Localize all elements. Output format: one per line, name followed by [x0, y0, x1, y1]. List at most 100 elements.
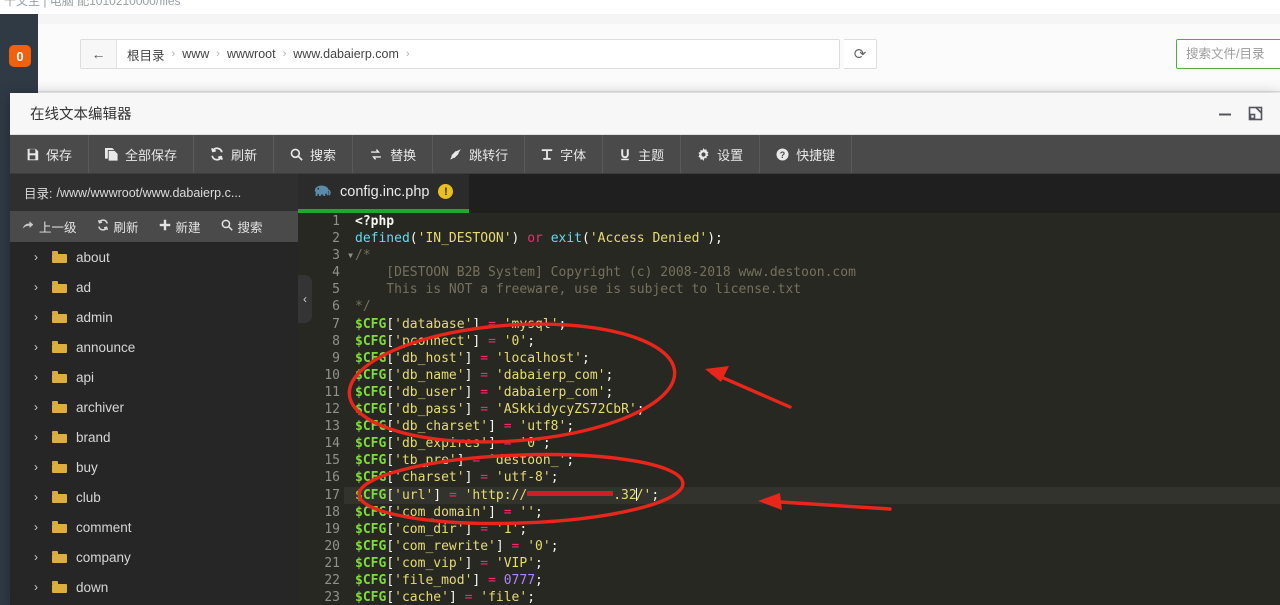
breadcrumb-item-root[interactable]: 根目录	[127, 45, 165, 64]
tree-item[interactable]: ›archiver	[10, 392, 298, 422]
toolbar-settings-button[interactable]: 设置	[681, 135, 760, 173]
line-number: 13	[298, 418, 344, 435]
toolbar-font-button[interactable]: 字体	[525, 135, 603, 173]
line-number: 21	[298, 555, 344, 572]
svg-text:?: ?	[780, 149, 785, 159]
code-line[interactable]: 4 [DESTOON B2B System] Copyright (c) 200…	[298, 264, 1280, 281]
tree-item[interactable]: ›down	[10, 572, 298, 602]
tree-item[interactable]: ›about	[10, 242, 298, 272]
code-line[interactable]: 20$CFG['com_rewrite'] = '0';	[298, 538, 1280, 555]
line-number: 1	[298, 213, 344, 230]
code-line[interactable]: 2defined('IN_DESTOON') or exit('Access D…	[298, 230, 1280, 247]
go-up-button[interactable]: 上一级	[22, 217, 77, 236]
breadcrumb-item-wwwroot[interactable]: wwwroot	[227, 47, 276, 61]
sidebar-collapse-handle[interactable]: ‹	[298, 275, 312, 323]
file-tree-sidebar: 目录: /www/wwwroot/www.dabaierp.c... 上一级	[10, 174, 298, 605]
breadcrumb-item-site[interactable]: www.dabaierp.com	[293, 47, 399, 61]
chevron-right-icon[interactable]: ›	[34, 460, 43, 474]
toolbar-label: 快捷键	[796, 145, 835, 164]
tree-item[interactable]: › buy	[10, 452, 298, 482]
sidebar-search-button[interactable]: 搜索	[221, 217, 263, 236]
toolbar-replace-button[interactable]: 替换	[353, 135, 433, 173]
chevron-right-icon[interactable]: ›	[34, 250, 43, 264]
search-icon	[221, 219, 233, 234]
code-line-text: $CFG['url'] = 'http://.32/';	[344, 487, 659, 504]
code-line[interactable]: 15$CFG['tb_pre'] = 'destoon_';	[298, 452, 1280, 469]
dialog-title: 在线文本编辑器	[30, 103, 132, 124]
refresh-button[interactable]: ⟳	[844, 39, 877, 69]
code-line[interactable]: 19$CFG['com_dir'] = '1';	[298, 521, 1280, 538]
chevron-right-icon[interactable]: ›	[34, 520, 43, 534]
maximize-restore-icon[interactable]	[1248, 106, 1264, 122]
tree-item-label: admin	[76, 310, 113, 325]
code-line[interactable]: 13$CFG['db_charset'] = 'utf8';	[298, 418, 1280, 435]
code-line[interactable]: 12$CFG['db_pass'] = 'ASkkidycyZS72CbR';	[298, 401, 1280, 418]
code-line-text: $CFG['db_name'] = 'dabaierp_com';	[344, 367, 613, 384]
tree-item[interactable]: ›api	[10, 362, 298, 392]
code-line[interactable]: 8$CFG['pconnect'] = '0';	[298, 333, 1280, 350]
tree-item[interactable]: › admin	[10, 302, 298, 332]
toolbar-label: 设置	[717, 145, 743, 164]
toolbar-shortcuts-button[interactable]: ? 快捷键	[760, 135, 852, 173]
code-line[interactable]: 5 This is NOT a freeware, use is subject…	[298, 281, 1280, 298]
chevron-right-icon[interactable]: ›	[34, 370, 43, 384]
chevron-right-icon[interactable]: ›	[34, 280, 43, 294]
toolbar-label: 替换	[390, 145, 416, 164]
rail-badge-count[interactable]: 0	[9, 45, 31, 67]
tab-config-inc-php[interactable]: config.inc.php !	[298, 174, 469, 213]
code-line[interactable]: 17$CFG['url'] = 'http://.32/';	[298, 487, 1280, 504]
code-area[interactable]: 1<?php2defined('IN_DESTOON') or exit('Ac…	[298, 213, 1280, 605]
search-box[interactable]	[1176, 39, 1280, 69]
code-line[interactable]: 23$CFG['cache'] = 'file';	[298, 589, 1280, 605]
code-line-text: <?php	[344, 213, 394, 230]
tree-item[interactable]: ›brand	[10, 422, 298, 452]
folder-icon	[52, 371, 67, 383]
chevron-right-icon[interactable]: ›	[34, 400, 43, 414]
toolbar-goto-line-button[interactable]: 跳转行	[433, 135, 525, 173]
fold-toggle-icon[interactable]: ▼	[348, 247, 353, 264]
code-line[interactable]: 7$CFG['database'] = 'mysql';	[298, 316, 1280, 333]
chevron-right-icon[interactable]: ›	[34, 550, 43, 564]
replace-icon	[369, 148, 383, 161]
tree-item[interactable]: ›comment	[10, 512, 298, 542]
back-button[interactable]: ←	[81, 40, 117, 68]
minimize-icon[interactable]	[1218, 107, 1232, 121]
gear-icon	[697, 148, 710, 161]
chevron-right-icon[interactable]: ›	[34, 490, 43, 504]
text-editor-dialog: 在线文本编辑器 保存 全部保存	[10, 93, 1280, 605]
code-line[interactable]: 16$CFG['charset'] = 'utf-8';	[298, 469, 1280, 486]
breadcrumb-item-www[interactable]: www	[182, 47, 209, 61]
toolbar-save-button[interactable]: 保存	[10, 135, 89, 173]
tree-item[interactable]: ›company	[10, 542, 298, 572]
code-line[interactable]: 1<?php	[298, 213, 1280, 230]
sidebar-action-label: 搜索	[238, 217, 263, 236]
new-file-button[interactable]: 新建	[159, 217, 201, 236]
code-line[interactable]: 22$CFG['file_mod'] = 0777;	[298, 572, 1280, 589]
chevron-right-icon[interactable]: ›	[34, 310, 43, 324]
code-line[interactable]: 21$CFG['com_vip'] = 'VIP';	[298, 555, 1280, 572]
tree-item[interactable]: ›announce	[10, 332, 298, 362]
code-line[interactable]: 3▼/*	[298, 247, 1280, 264]
search-input[interactable]	[1186, 47, 1280, 61]
tree-item[interactable]: › club	[10, 482, 298, 512]
tree-item-label: club	[76, 490, 101, 505]
sidebar-refresh-button[interactable]: 刷新	[97, 217, 139, 236]
code-line[interactable]: 10$CFG['db_name'] = 'dabaierp_com';	[298, 367, 1280, 384]
tree-item-label: buy	[76, 460, 98, 475]
code-line[interactable]: 11$CFG['db_user'] = 'dabaierp_com';	[298, 384, 1280, 401]
code-line[interactable]: 9$CFG['db_host'] = 'localhost';	[298, 350, 1280, 367]
chevron-right-icon[interactable]: ›	[34, 340, 43, 354]
tree-item[interactable]: ›ad	[10, 272, 298, 302]
chevron-right-icon[interactable]: ›	[34, 430, 43, 444]
toolbar-save-all-button[interactable]: 全部保存	[89, 135, 194, 173]
toolbar-theme-button[interactable]: 主题	[603, 135, 681, 173]
code-line-text: This is NOT a freeware, use is subject t…	[344, 281, 801, 298]
sidebar-action-label: 新建	[176, 217, 201, 236]
code-line[interactable]: 6*/	[298, 298, 1280, 315]
chevron-right-icon[interactable]: ›	[34, 580, 43, 594]
save-all-icon	[105, 148, 118, 161]
toolbar-refresh-button[interactable]: 刷新	[194, 135, 274, 173]
toolbar-search-button[interactable]: 搜索	[274, 135, 353, 173]
code-line[interactable]: 18$CFG['com_domain'] = '';	[298, 504, 1280, 521]
code-line[interactable]: 14$CFG['db_expires'] = '0';	[298, 435, 1280, 452]
